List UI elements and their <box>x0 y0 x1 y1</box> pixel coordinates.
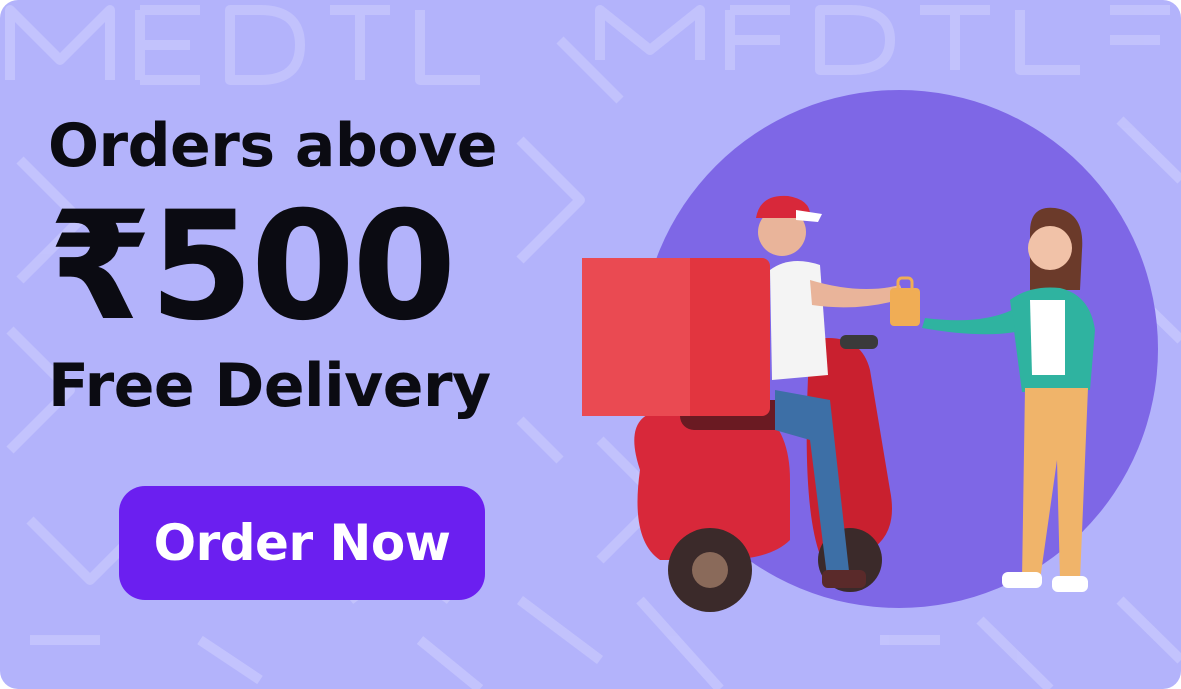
package-icon <box>890 288 920 326</box>
promo-headline: Orders above ₹500 Free Delivery <box>48 108 497 424</box>
headline-free-delivery: Free Delivery <box>48 351 491 421</box>
customer-icon <box>922 207 1095 592</box>
delivery-illustration <box>582 195 1095 612</box>
headline-line-orders-above: Orders above <box>48 111 497 181</box>
order-now-button[interactable]: Order Now <box>119 486 485 600</box>
promo-banner[interactable]: Orders above ₹500 Free Delivery Order No… <box>0 0 1181 689</box>
rider-icon <box>770 261 828 380</box>
headline-price: ₹500 <box>48 180 456 354</box>
